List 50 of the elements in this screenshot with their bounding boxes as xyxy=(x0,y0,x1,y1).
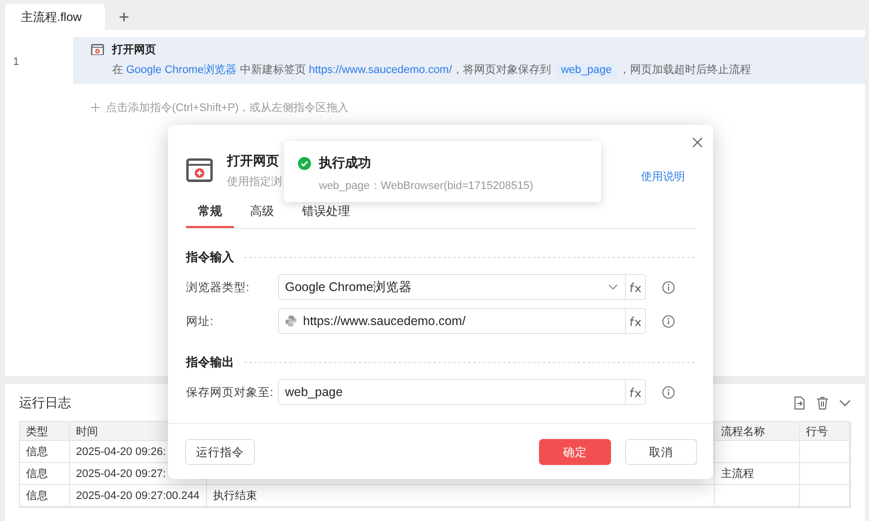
info-icon[interactable] xyxy=(662,314,675,328)
table-cell: 信息 xyxy=(20,463,70,484)
plus-icon xyxy=(91,103,100,112)
table-cell: 主流程 xyxy=(715,463,800,484)
select-field[interactable]: Google Chrome浏览器 xyxy=(278,274,646,300)
add-tab-button[interactable]: + xyxy=(111,4,137,30)
column-header: 行号 xyxy=(800,422,850,440)
field-label: 网址: xyxy=(186,314,214,328)
check-circle-icon xyxy=(298,156,311,170)
chevron-down-icon[interactable] xyxy=(839,399,851,407)
browser-icon xyxy=(186,158,213,182)
info-icon[interactable] xyxy=(662,280,675,294)
browser-icon xyxy=(91,44,104,56)
step-title: 打开网页 xyxy=(112,42,156,57)
cancel-button[interactable]: 取消 xyxy=(625,439,697,465)
table-cell: 信息 xyxy=(20,485,70,506)
function-icon[interactable] xyxy=(629,386,642,398)
info-icon[interactable] xyxy=(662,386,675,398)
table-cell: 执行结束 xyxy=(207,485,715,506)
section-title: 指令输出 xyxy=(186,354,234,371)
python-icon xyxy=(285,315,297,327)
step-description: 在 Google Chrome浏览器 中新建标签页 https://www.saucedemo.com/，将网页对象保存到 web_page ，网页加载超时后终止流程 xyxy=(111,62,752,77)
input-field[interactable]: https://www.saucedemo.com/ xyxy=(278,308,646,334)
file-tab[interactable]: 主流程.flow xyxy=(5,4,105,30)
toast-title: 执行成功 xyxy=(319,154,371,172)
trash-icon[interactable] xyxy=(816,396,829,410)
input-field[interactable]: web_page xyxy=(278,379,646,405)
export-icon[interactable] xyxy=(793,396,806,410)
log-title: 运行日志 xyxy=(19,394,71,412)
dialog-title: 打开网页 xyxy=(227,152,279,170)
chevron-down-icon[interactable] xyxy=(608,284,618,290)
function-icon[interactable] xyxy=(629,316,642,326)
close-icon[interactable] xyxy=(692,137,703,148)
dialog-tab[interactable]: 常规 xyxy=(186,199,234,228)
line-number: 1 xyxy=(13,56,20,68)
table-cell: 2025-04-20 09:27:00.244 xyxy=(70,485,207,506)
column-header: 类型 xyxy=(20,422,70,440)
field-label: 保存网页对象至: xyxy=(186,386,274,400)
dialog-subtitle: 使用指定浏 xyxy=(227,174,282,188)
dialog-tab[interactable]: 错误处理 xyxy=(290,199,362,228)
help-link[interactable]: 使用说明 xyxy=(641,168,685,184)
column-header: 流程名称 xyxy=(715,422,800,440)
table-cell: 信息 xyxy=(20,441,70,462)
run-command-button[interactable]: 运行指令 xyxy=(185,439,255,465)
function-icon[interactable] xyxy=(629,282,642,292)
step-row[interactable]: 打开网页 在 Google Chrome浏览器 中新建标签页 https://www.saucedemo.com/，将网页对象保存到 web_page ，网页加载超时后终止流程 xyxy=(73,37,865,84)
field-label: 浏览器类型: xyxy=(186,280,250,294)
dialog-tab[interactable]: 高级 xyxy=(238,199,286,228)
section-title: 指令输入 xyxy=(186,249,234,266)
toast-message: web_page：WebBrowser(bid=1715208515) xyxy=(318,179,534,193)
